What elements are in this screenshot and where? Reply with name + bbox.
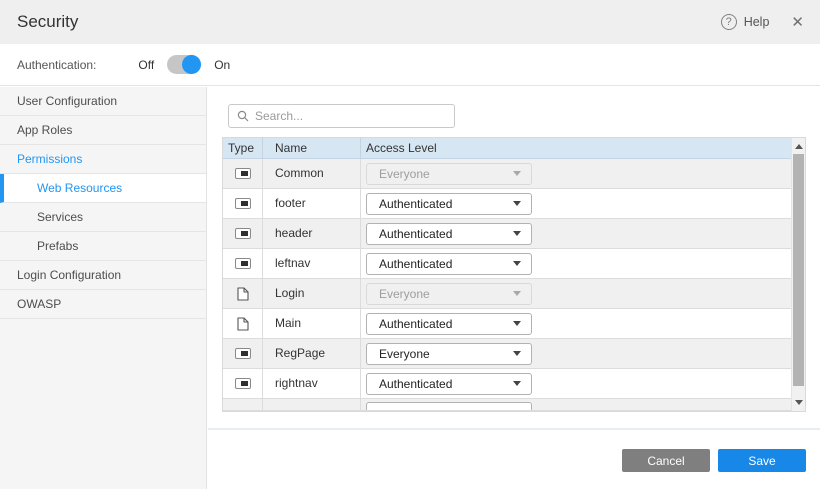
resource-name: footer — [263, 189, 361, 218]
table-row: Common Everyone — [223, 159, 791, 189]
table-row-partial — [223, 399, 791, 411]
access-level-dropdown[interactable]: Authenticated — [366, 253, 532, 275]
partial-page-icon — [235, 258, 251, 269]
resource-name: Common — [263, 159, 361, 188]
app-header: Security ? Help ✕ — [0, 0, 820, 44]
toggle-knob-icon — [182, 55, 201, 74]
table-row: RegPage Everyone — [223, 339, 791, 369]
resource-name: Main — [263, 309, 361, 338]
sidebar-item-permissions[interactable]: Permissions — [0, 145, 206, 174]
partial-page-icon — [235, 198, 251, 209]
search-input[interactable] — [249, 109, 454, 123]
resource-name: RegPage — [263, 339, 361, 368]
caret-down-icon — [513, 351, 521, 356]
access-level-value: Authenticated — [379, 317, 452, 331]
toggle-on-label: On — [214, 58, 230, 72]
help-link[interactable]: Help — [744, 15, 770, 29]
sidebar-item-owasp[interactable]: OWASP — [0, 290, 206, 319]
partial-page-icon — [235, 228, 251, 239]
search-box — [228, 104, 455, 128]
close-icon[interactable]: ✕ — [791, 13, 804, 31]
table-row: header Authenticated — [223, 219, 791, 249]
sidebar-item-label: Services — [37, 210, 83, 224]
sidebar-item-prefabs[interactable]: Prefabs — [0, 232, 206, 261]
table-row: Main Authenticated — [223, 309, 791, 339]
authentication-toggle[interactable] — [167, 55, 201, 74]
partial-page-icon — [235, 348, 251, 359]
page-icon — [237, 317, 249, 331]
table-row: leftnav Authenticated — [223, 249, 791, 279]
access-level-value: Everyone — [379, 167, 430, 181]
save-button[interactable]: Save — [718, 449, 806, 472]
access-level-dropdown[interactable]: Authenticated — [366, 313, 532, 335]
sidebar-list: User Configuration App Roles Permissions… — [0, 87, 206, 319]
access-level-dropdown[interactable]: Everyone — [366, 343, 532, 365]
caret-down-icon — [513, 321, 521, 326]
sidebar: User Configuration App Roles Permissions… — [0, 87, 207, 489]
access-level-dropdown[interactable] — [366, 402, 532, 412]
access-level-value: Authenticated — [379, 257, 452, 271]
table-row: rightnav Authenticated — [223, 369, 791, 399]
main-panel: Type Name Access Level Common Everyone f… — [208, 87, 820, 489]
table-body: Common Everyone footer Authenticated hea… — [223, 159, 791, 399]
sidebar-item-label: Prefabs — [37, 239, 78, 253]
sidebar-item-user-configuration[interactable]: User Configuration — [0, 87, 206, 116]
access-level-dropdown: Everyone — [366, 283, 532, 305]
caret-down-icon — [513, 231, 521, 236]
sidebar-item-login-configuration[interactable]: Login Configuration — [0, 261, 206, 290]
sidebar-item-app-roles[interactable]: App Roles — [0, 116, 206, 145]
table-row: footer Authenticated — [223, 189, 791, 219]
table-header-row: Type Name Access Level — [223, 138, 791, 159]
footer-divider — [208, 428, 820, 430]
resource-name: Login — [263, 279, 361, 308]
permissions-table: Type Name Access Level Common Everyone f… — [222, 137, 806, 412]
sidebar-item-services[interactable]: Services — [0, 203, 206, 232]
access-level-value: Authenticated — [379, 227, 452, 241]
authentication-bar: Authentication: Off On — [0, 44, 820, 86]
sidebar-item-label: Permissions — [17, 152, 82, 166]
access-level-value: Everyone — [379, 287, 430, 301]
caret-down-icon — [513, 381, 521, 386]
scrollbar-track[interactable] — [791, 138, 805, 411]
caret-down-icon — [513, 201, 521, 206]
access-level-dropdown[interactable]: Authenticated — [366, 193, 532, 215]
access-level-value: Everyone — [379, 347, 430, 361]
sidebar-item-label: Web Resources — [37, 181, 122, 195]
scrollbar-up-icon[interactable] — [795, 144, 803, 149]
caret-down-icon — [513, 171, 521, 176]
sidebar-item-label: Login Configuration — [17, 268, 121, 282]
access-level-value: Authenticated — [379, 197, 452, 211]
sidebar-item-label: User Configuration — [17, 94, 117, 108]
access-level-value: Authenticated — [379, 377, 452, 391]
sidebar-item-label: App Roles — [17, 123, 72, 137]
column-header-type: Type — [223, 138, 263, 158]
access-level-dropdown: Everyone — [366, 163, 532, 185]
scrollbar-thumb[interactable] — [793, 154, 804, 386]
sidebar-item-label: OWASP — [17, 297, 61, 311]
column-header-name: Name — [263, 138, 361, 158]
sidebar-item-web-resources[interactable]: Web Resources — [0, 174, 206, 203]
scrollbar-down-icon[interactable] — [795, 400, 803, 405]
cancel-button[interactable]: Cancel — [622, 449, 710, 472]
caret-down-icon — [513, 261, 521, 266]
column-header-access-level: Access Level — [361, 138, 791, 158]
resource-name: header — [263, 219, 361, 248]
partial-page-icon — [235, 168, 251, 179]
resource-name: rightnav — [263, 369, 361, 398]
resource-name: leftnav — [263, 249, 361, 278]
table-row: Login Everyone — [223, 279, 791, 309]
partial-page-icon — [235, 378, 251, 389]
page-icon — [237, 287, 249, 301]
access-level-dropdown[interactable]: Authenticated — [366, 223, 532, 245]
caret-down-icon — [513, 291, 521, 296]
page-title: Security — [17, 0, 78, 44]
authentication-label: Authentication: — [17, 58, 96, 72]
search-icon — [237, 110, 249, 122]
header-actions: ? Help ✕ — [721, 0, 804, 44]
access-level-dropdown[interactable]: Authenticated — [366, 373, 532, 395]
help-icon[interactable]: ? — [721, 14, 737, 30]
toggle-off-label: Off — [138, 58, 154, 72]
